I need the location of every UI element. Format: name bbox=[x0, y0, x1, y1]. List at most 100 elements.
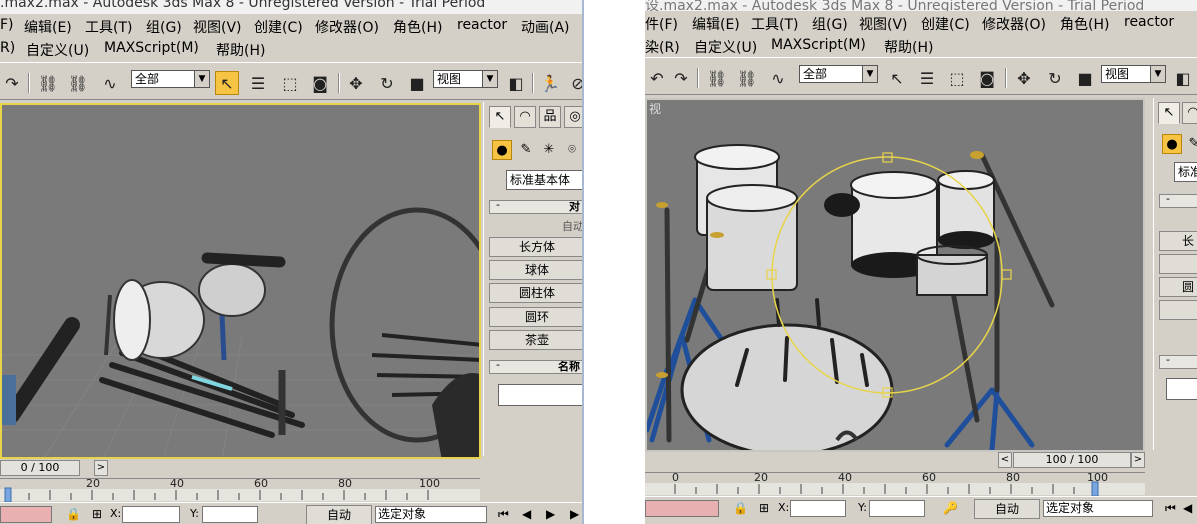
bind-to-space-warp-icon[interactable]: ∿ bbox=[766, 66, 790, 90]
maxscript-listener-mini[interactable] bbox=[0, 506, 52, 523]
track-bar[interactable]: 20 40 60 80 100 bbox=[0, 477, 480, 503]
use-pivot-center-icon[interactable]: ◧ bbox=[504, 71, 528, 95]
motion-tab-icon[interactable]: ◎ bbox=[564, 106, 582, 128]
absolute-relative-toggle-icon[interactable]: ⊞ bbox=[92, 507, 102, 521]
current-frame-marker[interactable] bbox=[1091, 481, 1099, 497]
track-bar[interactable]: 0 20 40 60 80 100 bbox=[645, 471, 1145, 497]
cylinder-button[interactable]: 圆 bbox=[1159, 277, 1197, 297]
auto-key-button[interactable]: 自动 bbox=[306, 505, 372, 524]
auto-key-button[interactable]: 自动 bbox=[974, 499, 1040, 519]
menu-file[interactable]: F) bbox=[0, 17, 14, 33]
menu-file[interactable]: 件(F) bbox=[645, 14, 678, 34]
select-and-scale-icon[interactable]: ■ bbox=[405, 71, 429, 95]
time-slider[interactable]: < 100 / 100 > bbox=[645, 452, 1145, 469]
select-by-name-icon[interactable]: ☰ bbox=[915, 66, 939, 90]
menu-create[interactable]: 创建(C) bbox=[254, 17, 303, 37]
sphere-button[interactable] bbox=[1159, 254, 1197, 274]
menu-character[interactable]: 角色(H) bbox=[393, 17, 442, 37]
menu-edit[interactable]: 编辑(E) bbox=[24, 17, 72, 37]
name-color-rollout-header[interactable]: - 名称 bbox=[489, 360, 582, 374]
geometry-icon[interactable]: ● bbox=[492, 140, 512, 160]
redo-icon[interactable]: ↷ bbox=[0, 71, 24, 95]
select-and-rotate-icon[interactable]: ↻ bbox=[375, 71, 399, 95]
geometry-icon[interactable]: ● bbox=[1162, 134, 1182, 154]
create-tab-icon[interactable]: ↖ bbox=[489, 106, 511, 128]
maxscript-listener-mini[interactable] bbox=[645, 500, 719, 517]
absolute-relative-toggle-icon[interactable]: ⊞ bbox=[759, 501, 769, 515]
select-object-icon[interactable]: ↖ bbox=[885, 66, 909, 90]
go-to-start-icon[interactable]: ⏮ bbox=[498, 507, 509, 522]
torus-button[interactable]: 圆环 bbox=[489, 307, 582, 327]
menu-views[interactable]: 视图(V) bbox=[193, 17, 242, 37]
lock-selection-icon[interactable]: 🔒 bbox=[66, 507, 81, 521]
object-name-field[interactable] bbox=[498, 384, 582, 406]
rectangular-selection-icon[interactable]: ⬚ bbox=[278, 71, 302, 95]
go-to-start-icon[interactable]: ⏮ bbox=[1165, 501, 1176, 516]
menu-animation[interactable]: 动画(A) bbox=[521, 17, 570, 37]
reference-coordinate-dropdown[interactable]: 视图 ▼ bbox=[1101, 65, 1166, 83]
menu-maxscript[interactable]: MAXScript(M) bbox=[771, 37, 866, 53]
object-category-dropdown[interactable]: 标准基本体 bbox=[506, 170, 582, 190]
current-frame-marker[interactable] bbox=[4, 487, 12, 503]
object-name-field[interactable] bbox=[1166, 378, 1197, 400]
box-button[interactable]: 长 bbox=[1159, 231, 1197, 251]
time-slider-next[interactable]: > bbox=[1131, 452, 1145, 468]
menu-group[interactable]: 组(G) bbox=[146, 17, 182, 37]
cylinder-button[interactable]: 圆柱体 bbox=[489, 283, 582, 303]
menu-tools[interactable]: 工具(T) bbox=[85, 17, 132, 37]
undo-icon[interactable]: ↶ bbox=[645, 66, 669, 90]
menu-edit[interactable]: 编辑(E) bbox=[692, 14, 740, 34]
rectangular-selection-icon[interactable]: ⬚ bbox=[945, 66, 969, 90]
select-and-rotate-icon[interactable]: ↻ bbox=[1043, 66, 1067, 90]
menu-create[interactable]: 创建(C) bbox=[921, 14, 970, 34]
select-and-link-icon[interactable]: ⛓ bbox=[705, 66, 729, 90]
object-category-dropdown[interactable]: 标准 bbox=[1174, 162, 1197, 182]
window-crossing-icon[interactable]: ◙ bbox=[308, 71, 332, 95]
menu-modifiers[interactable]: 修改器(O) bbox=[315, 17, 379, 37]
next-frame-icon[interactable]: ▶ bbox=[570, 507, 579, 521]
menu-maxscript[interactable]: MAXScript(M) bbox=[104, 40, 199, 56]
key-filter-dropdown[interactable]: 选定对象 bbox=[1043, 500, 1153, 517]
unlink-selection-icon[interactable]: ⛓ bbox=[735, 66, 759, 90]
time-slider-thumb[interactable]: 100 / 100 bbox=[1013, 452, 1131, 468]
menu-rendering[interactable]: R) bbox=[0, 40, 15, 56]
lights-icon[interactable]: ✳ bbox=[539, 140, 559, 160]
torus-button[interactable] bbox=[1159, 300, 1197, 320]
menu-modifiers[interactable]: 修改器(O) bbox=[982, 14, 1046, 34]
perspective-viewport[interactable]: 视 bbox=[645, 98, 1145, 452]
time-slider[interactable]: 0 / 100 > bbox=[0, 460, 481, 477]
sphere-button[interactable]: 球体 bbox=[489, 260, 582, 280]
name-color-rollout-header[interactable]: - bbox=[1159, 355, 1197, 369]
selection-filter-dropdown[interactable]: 全部 ▼ bbox=[799, 65, 878, 83]
menu-help[interactable]: 帮助(H) bbox=[884, 37, 933, 57]
select-and-link-icon[interactable]: ⛓ bbox=[36, 71, 60, 95]
menu-group[interactable]: 组(G) bbox=[812, 14, 848, 34]
selection-filter-dropdown[interactable]: 全部 ▼ bbox=[131, 70, 210, 88]
unlink-selection-icon[interactable]: ⛓ bbox=[66, 71, 90, 95]
use-pivot-center-icon[interactable]: ◧ bbox=[1171, 66, 1195, 90]
play-animation-icon[interactable]: ▶ bbox=[546, 507, 555, 521]
key-mode-icon[interactable]: 🔑 bbox=[943, 501, 958, 515]
auto-grid-checkbox[interactable]: 自动 bbox=[562, 218, 582, 234]
menu-rendering[interactable]: 染(R) bbox=[645, 37, 680, 57]
shapes-icon[interactable]: ✎ bbox=[516, 140, 536, 160]
time-slider-thumb[interactable]: 0 / 100 bbox=[0, 460, 80, 476]
shapes-icon[interactable]: ✎ bbox=[1184, 134, 1197, 154]
object-type-rollout-header[interactable]: - bbox=[1159, 194, 1197, 208]
menu-customize[interactable]: 自定义(U) bbox=[694, 37, 757, 57]
menu-reactor[interactable]: reactor bbox=[1124, 14, 1174, 30]
cameras-icon[interactable]: ⌾ bbox=[562, 140, 582, 160]
menu-views[interactable]: 视图(V) bbox=[859, 14, 908, 34]
window-crossing-icon[interactable]: ◙ bbox=[975, 66, 999, 90]
object-type-rollout-header[interactable]: - 对 bbox=[489, 200, 582, 214]
select-and-scale-icon[interactable]: ■ bbox=[1073, 66, 1097, 90]
menu-character[interactable]: 角色(H) bbox=[1060, 14, 1109, 34]
redo-icon[interactable]: ↷ bbox=[669, 66, 693, 90]
key-filter-dropdown[interactable]: 选定对象 bbox=[375, 506, 487, 523]
select-by-name-icon[interactable]: ☰ bbox=[246, 71, 270, 95]
lock-selection-icon[interactable]: 🔒 bbox=[733, 501, 748, 515]
select-and-manipulate-icon[interactable]: 🏃 bbox=[538, 71, 562, 95]
modify-tab-icon[interactable]: ◠ bbox=[514, 106, 536, 128]
bind-to-space-warp-icon[interactable]: ∿ bbox=[98, 71, 122, 95]
modify-tab-icon[interactable]: ◠ bbox=[1182, 102, 1197, 124]
